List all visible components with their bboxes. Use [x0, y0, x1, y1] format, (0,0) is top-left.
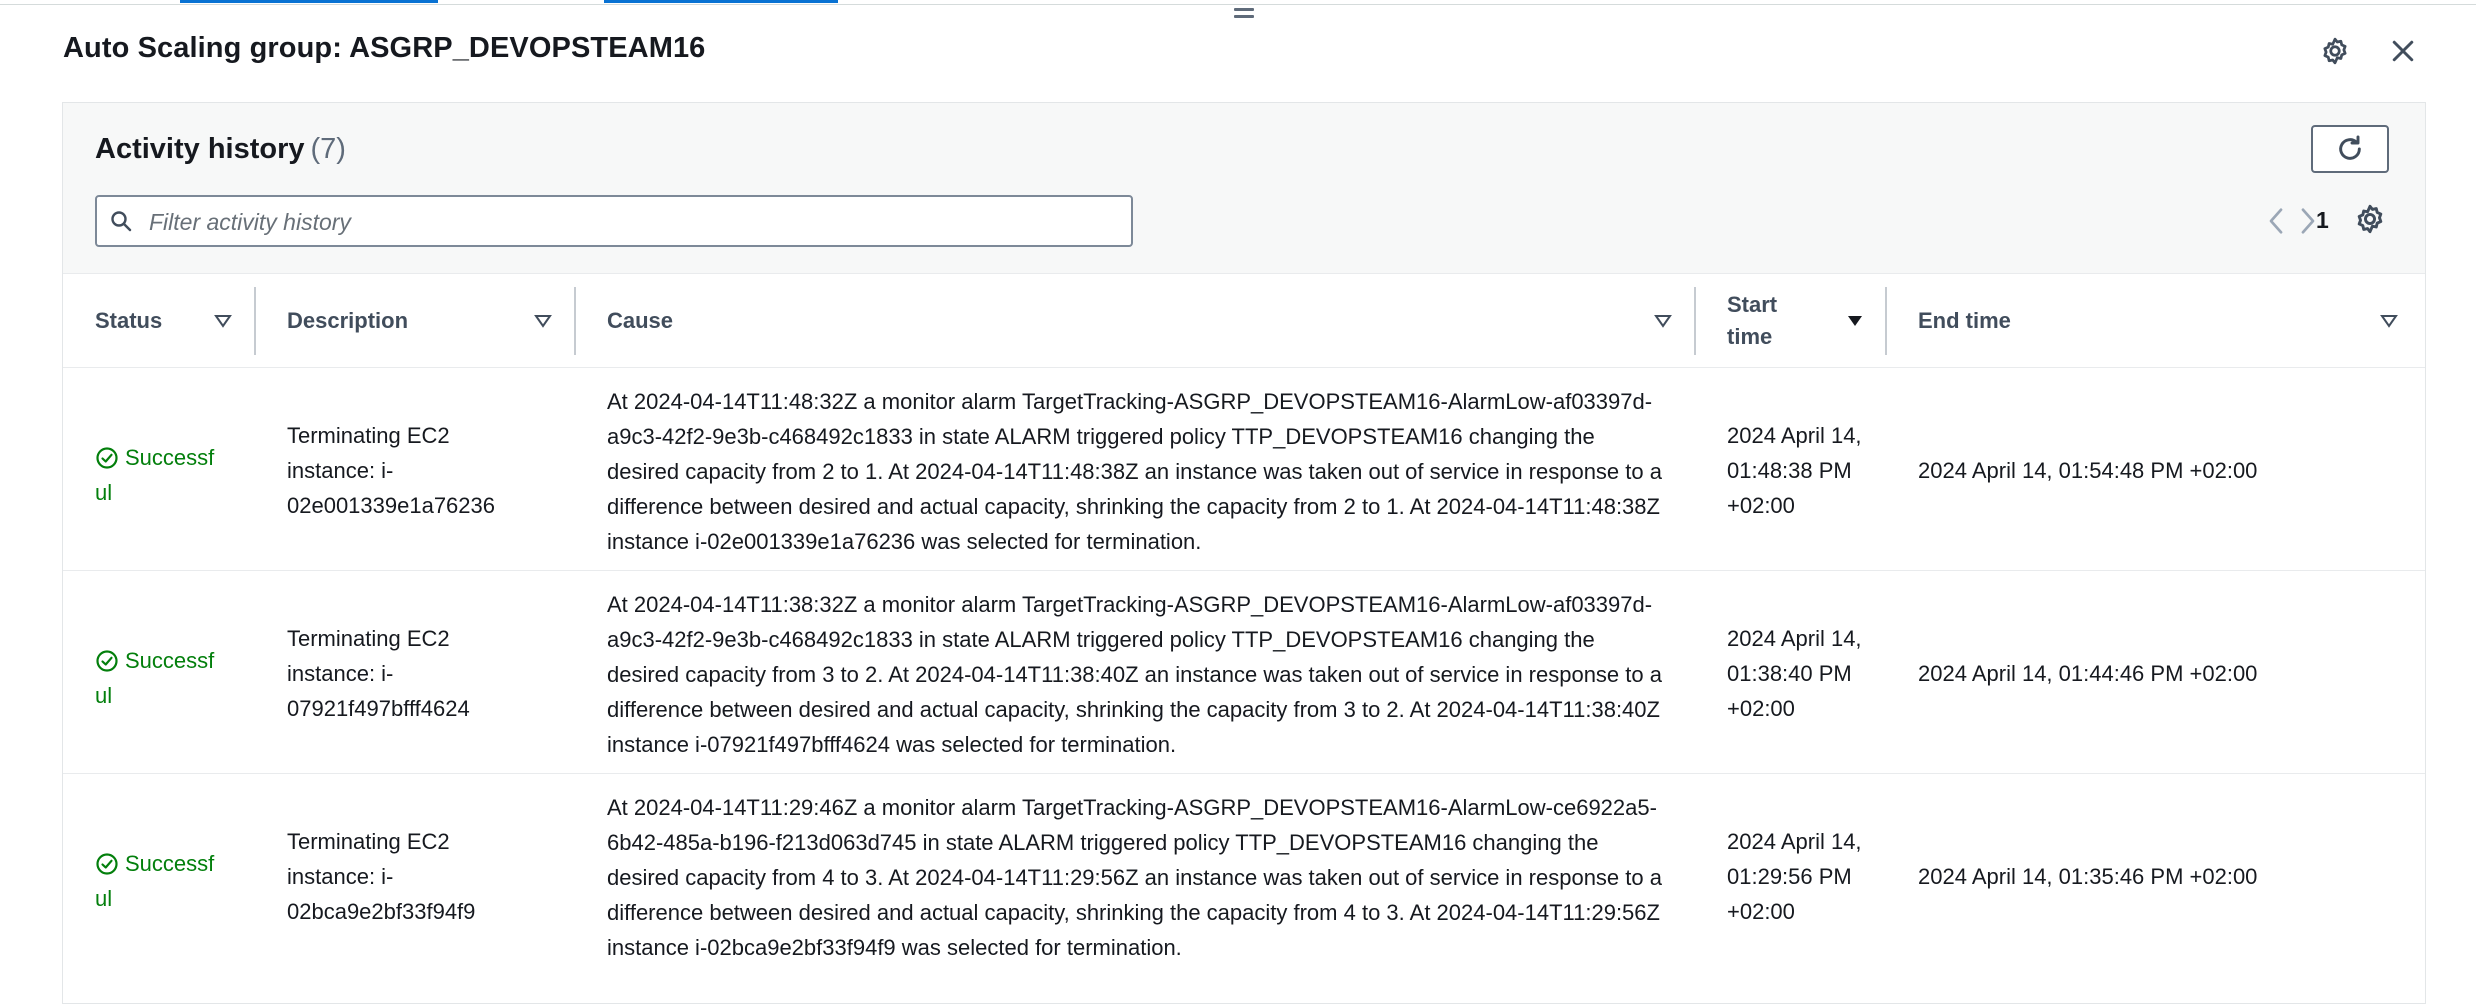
next-page-button[interactable]	[2295, 206, 2321, 236]
sort-status-caret-down-icon[interactable]	[213, 313, 233, 329]
status-text: Successful	[95, 851, 215, 911]
column-header-description-label: Description	[287, 307, 409, 333]
gear-icon[interactable]	[2320, 36, 2350, 66]
chevron-left-icon	[2269, 208, 2283, 234]
top-tab-strip	[0, 0, 2476, 5]
top-tab-indicator	[180, 0, 438, 3]
description-cell: Terminating EC2 instance: i-07921f497bff…	[287, 626, 470, 721]
column-header-end-time-label: End time	[1918, 307, 2011, 333]
refresh-icon	[2334, 133, 2366, 165]
end-time-cell: 2024 April 14, 01:35:46 PM +02:00	[1918, 864, 2258, 889]
end-time-cell: 2024 April 14, 01:44:46 PM +02:00	[1918, 661, 2258, 686]
activity-history-title-text: Activity history	[95, 133, 305, 165]
chevron-right-icon	[2301, 208, 2315, 234]
column-header-description[interactable]: Description	[287, 274, 547, 367]
sort-description-caret-down-icon[interactable]	[533, 313, 553, 329]
column-header-cause[interactable]: Cause	[607, 274, 1207, 367]
panel-title: Auto Scaling group: ASGRP_DEVOPSTEAM16	[63, 32, 706, 64]
description-cell: Terminating EC2 instance: i-02e001339e1a…	[287, 423, 496, 518]
column-header-start-time-label: Start time	[1727, 291, 1778, 349]
top-tab-indicator	[604, 0, 838, 3]
sort-end-time-caret-down-icon[interactable]	[2379, 313, 2399, 329]
refresh-button[interactable]	[2311, 125, 2389, 173]
filter-activity-field[interactable]	[95, 195, 1133, 247]
column-divider[interactable]	[1885, 287, 1887, 355]
start-time-cell: 2024 April 14, 01:48:38 PM +02:00	[1727, 423, 1862, 518]
previous-page-button[interactable]	[2263, 206, 2289, 236]
activity-history-count: (7)	[310, 133, 346, 165]
column-header-cause-label: Cause	[607, 307, 674, 333]
column-header-end-time[interactable]: End time	[1918, 274, 2318, 367]
end-time-cell: 2024 April 14, 01:54:48 PM +02:00	[1918, 458, 2258, 483]
column-header-status-label: Status	[95, 307, 163, 333]
table-row[interactable]: Successful Terminating EC2 instance: i-0…	[63, 773, 2425, 976]
status-text: Successful	[95, 648, 215, 708]
cause-cell: At 2024-04-14T11:38:32Z a monitor alarm …	[607, 592, 1662, 757]
search-icon	[111, 211, 132, 232]
table-row[interactable]: Successful Terminating EC2 instance: i-0…	[63, 570, 2425, 773]
activity-history-header: Activity history(7) 1	[63, 103, 2425, 274]
column-divider[interactable]	[1694, 287, 1696, 355]
column-divider[interactable]	[574, 287, 576, 355]
start-time-cell: 2024 April 14, 01:29:56 PM +02:00	[1727, 829, 1862, 924]
activity-history-title: Activity history (7)	[95, 133, 346, 166]
table-row[interactable]: Successful Terminating EC2 instance: i-0…	[63, 367, 2425, 570]
column-divider[interactable]	[254, 287, 256, 355]
cause-cell: At 2024-04-14T11:29:46Z a monitor alarm …	[607, 795, 1662, 960]
filter-activity-input[interactable]	[147, 205, 1111, 239]
table-preferences-gear-icon[interactable]	[2354, 203, 2386, 235]
column-header-status[interactable]: Status	[95, 274, 295, 367]
description-cell: Terminating EC2 instance: i-02bca9e2bf33…	[287, 829, 476, 924]
drag-handle-icon[interactable]	[1234, 8, 1254, 22]
activity-history-container: Activity history(7) 1	[62, 102, 2426, 1004]
sort-start-time-caret-down-icon[interactable]	[1845, 313, 1865, 329]
sort-cause-caret-down-icon[interactable]	[1653, 313, 1673, 329]
start-time-cell: 2024 April 14, 01:38:40 PM +02:00	[1727, 626, 1862, 721]
cause-cell: At 2024-04-14T11:48:32Z a monitor alarm …	[607, 389, 1662, 554]
column-header-start-time[interactable]: Start time	[1727, 274, 1827, 367]
close-icon[interactable]	[2388, 36, 2418, 66]
status-text: Successful	[95, 445, 215, 505]
